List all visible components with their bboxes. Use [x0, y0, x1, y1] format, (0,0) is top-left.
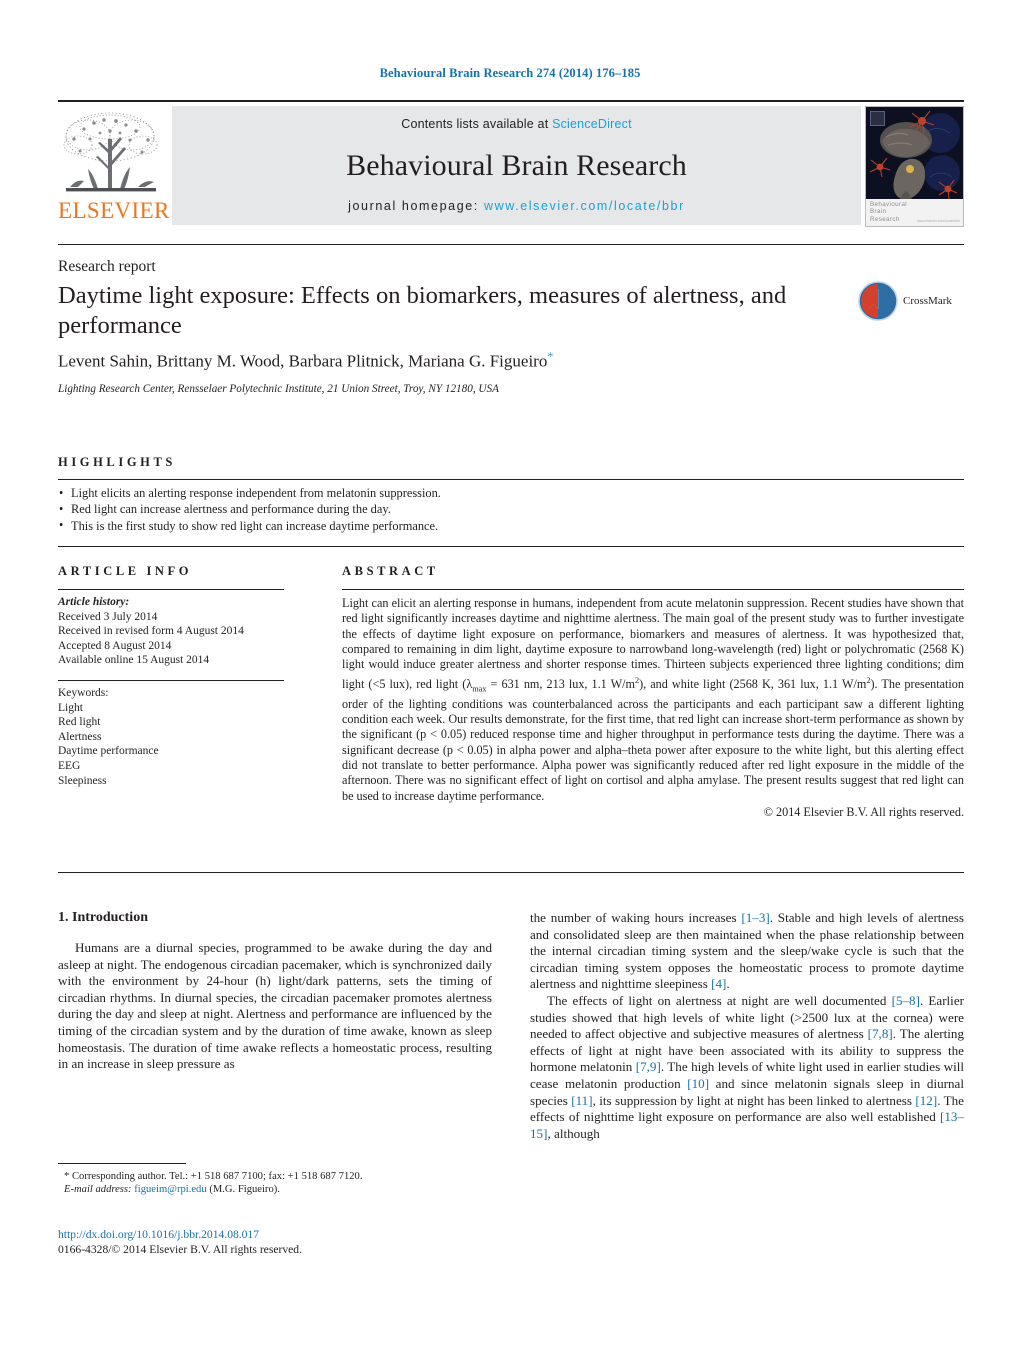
cover-corner-badge	[870, 111, 885, 126]
affiliation: Lighting Research Center, Rensselaer Pol…	[58, 383, 499, 395]
crossmark-badge[interactable]: CrossMark	[857, 278, 965, 324]
highlight-item: This is the first study to show red ligh…	[58, 517, 964, 534]
intro-paragraph-left: Humans are a diurnal species, programmed…	[58, 940, 492, 1072]
footnote-marker: *	[64, 1171, 70, 1182]
history-online: Available online 15 August 2014	[58, 654, 210, 667]
homepage-prefix: journal homepage:	[348, 199, 479, 213]
intro-paragraph-right-1: the number of waking hours increases [1–…	[530, 910, 964, 993]
citation-link[interactable]: [7,8]	[868, 1026, 893, 1041]
rp2-a: The effects of light on alertness at nig…	[547, 992, 892, 1008]
highlight-item: Light elicits an alerting response indep…	[58, 484, 964, 501]
highlights-heading: HIGHLIGHTS	[58, 455, 176, 469]
citation-link[interactable]: [11]	[571, 1093, 592, 1108]
highlights-bottom-rule	[58, 546, 964, 547]
journal-masthead: ELSEVIER Contents lists available at Sci…	[58, 100, 964, 227]
footnote-separator-rule	[58, 1163, 186, 1164]
abstract-copyright: © 2014 Elsevier B.V. All rights reserved…	[763, 804, 964, 819]
journal-title: Behavioural Brain Research	[346, 149, 687, 182]
keyword-item: Red light	[58, 716, 101, 729]
rp2-f: , its suppression by light at night has …	[592, 1092, 916, 1108]
corresponding-author-footnote: * Corresponding author. Tel.: +1 518 687…	[58, 1170, 498, 1197]
corresponding-author-marker: *	[547, 349, 554, 363]
crossmark-label: CrossMark	[903, 295, 952, 307]
abstract-text-2: = 631 nm, 213 lux, 1.1 W/m	[486, 676, 635, 691]
rp1-a: the number of waking hours increases	[530, 910, 742, 925]
doi-block: http://dx.doi.org/10.1016/j.bbr.2014.08.…	[58, 1228, 498, 1257]
email-link[interactable]: figueim@rpi.edu	[134, 1184, 206, 1195]
section-heading-introduction: 1. Introduction	[58, 910, 148, 925]
author-names: Levent Sahin, Brittany M. Wood, Barbara …	[58, 351, 548, 371]
page-title: Daytime light exposure: Effects on bioma…	[58, 282, 787, 339]
masthead-bottom-rule	[58, 244, 964, 245]
intro-paragraph-right-2: The effects of light on alertness at nig…	[530, 993, 964, 1142]
history-accepted: Accepted 8 August 2014	[58, 639, 172, 652]
email-label: E-mail address:	[64, 1184, 132, 1196]
article-info-heading: ARTICLE INFO	[58, 564, 193, 578]
citation-link[interactable]: [7,9]	[636, 1059, 661, 1074]
citation-link[interactable]: [10]	[687, 1076, 709, 1091]
sciencedirect-link[interactable]: ScienceDirect	[552, 117, 632, 131]
cover-journal-title: Behavioural Brain Research	[870, 200, 908, 223]
masthead-center-panel: Contents lists available at ScienceDirec…	[172, 106, 861, 225]
keywords-label: Keywords:	[58, 687, 109, 699]
email-owner: (M.G. Figueiro).	[209, 1184, 280, 1196]
highlights-rule	[58, 479, 964, 480]
keyword-item: Alertness	[58, 730, 102, 743]
lambda-subscript: max	[472, 684, 487, 694]
abstract-heading: ABSTRACT	[342, 564, 439, 578]
contents-prefix: Contents lists available at	[401, 117, 549, 131]
keyword-item: EEG	[58, 759, 81, 772]
contents-available-line: Contents lists available at ScienceDirec…	[401, 117, 632, 131]
citation-link[interactable]: [1–3]	[741, 910, 769, 925]
citation-link[interactable]: [12]	[915, 1093, 937, 1108]
keywords-block: Keywords: Light Red light Alertness Dayt…	[58, 686, 308, 788]
highlights-list: Light elicits an alerting response indep…	[58, 484, 964, 534]
author-list: Levent Sahin, Brittany M. Wood, Barbara …	[58, 349, 858, 372]
issn-copyright-line: 0166-4328/© 2014 Elsevier B.V. All right…	[58, 1242, 302, 1256]
abstract-body: Light can elicit an alerting response in…	[342, 596, 964, 820]
article-info-rule	[58, 589, 284, 590]
history-received: Received 3 July 2014	[58, 610, 158, 623]
citation-link[interactable]: [5–8]	[892, 993, 920, 1008]
abstract-text-4: ). The presentation order of the lightin…	[342, 676, 964, 803]
highlight-item: Red light can increase alertness and per…	[58, 501, 964, 518]
abstract-rule	[342, 589, 964, 590]
footnote-line-1: * Corresponding author. Tel.: +1 518 687…	[58, 1170, 498, 1183]
footnote-line-2: E-mail address: figueim@rpi.edu (M.G. Fi…	[58, 1183, 498, 1196]
abstract-text-3: ), and white light (2568 K, 361 lux, 1.1…	[639, 676, 867, 691]
body-column-right: the number of waking hours increases [1–…	[530, 910, 964, 1142]
article-type-label: Research report	[58, 258, 156, 275]
journal-cover-thumbnail: Behavioural Brain Research www.elsevier.co…	[865, 106, 964, 227]
journal-homepage-line: journal homepage: www.elsevier.com/locat…	[172, 199, 861, 213]
crossmark-icon	[858, 281, 898, 321]
journal-homepage-link[interactable]: www.elsevier.com/locate/bbr	[484, 199, 685, 213]
article-history-block: Article history: Received 3 July 2014 Re…	[58, 595, 308, 668]
elsevier-wordmark: ELSEVIER	[58, 198, 170, 223]
journal-article-page: Behavioural Brain Research 274 (2014) 17…	[0, 0, 1020, 1351]
doi-link[interactable]: http://dx.doi.org/10.1016/j.bbr.2014.08.…	[58, 1228, 498, 1243]
rp2-h: , although	[547, 1125, 600, 1141]
rp1-c: .	[726, 976, 730, 992]
keywords-rule	[58, 680, 284, 681]
abstract-bottom-rule	[58, 872, 964, 873]
elsevier-logo: ELSEVIER	[58, 106, 170, 227]
running-head: Behavioural Brain Research 274 (2014) 17…	[379, 66, 641, 80]
cover-publisher-url: www.elsevier.com/locate/bbr	[917, 219, 960, 223]
article-history-label: Article history:	[58, 596, 130, 608]
keyword-item: Sleepiness	[58, 774, 107, 787]
elsevier-tree-icon	[58, 109, 164, 201]
history-revised: Received in revised form 4 August 2014	[58, 625, 244, 638]
body-column-left: 1. Introduction Humans are a diurnal spe…	[58, 910, 492, 1073]
footnote-contact-text: Corresponding author. Tel.: +1 518 687 7…	[71, 1171, 363, 1182]
citation-link[interactable]: [4]	[711, 976, 726, 991]
keyword-item: Daytime performance	[58, 745, 159, 758]
keyword-item: Light	[58, 701, 83, 714]
